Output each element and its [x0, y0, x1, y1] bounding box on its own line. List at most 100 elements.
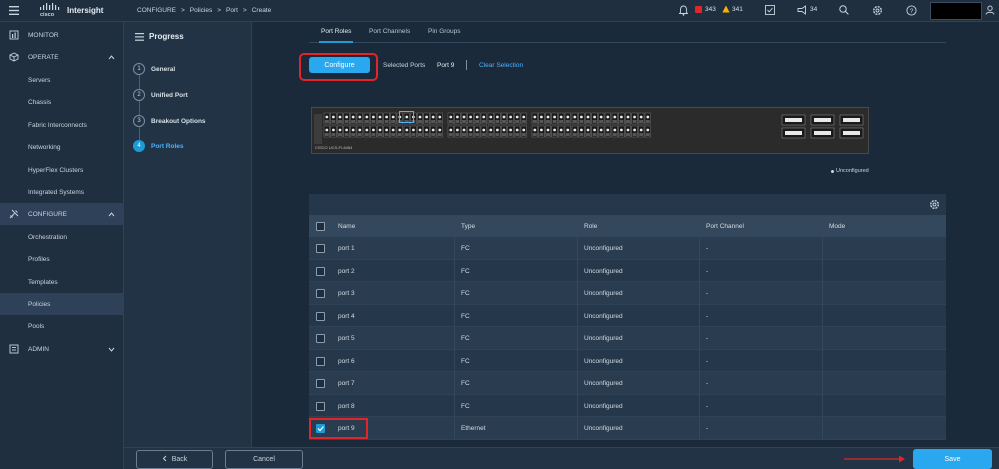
- nav-networking[interactable]: Networking: [0, 136, 124, 158]
- nav-templates[interactable]: Templates: [0, 271, 124, 293]
- table-row[interactable]: port 2 FC Unconfigured -: [309, 259, 946, 282]
- selected-port-value: Port 9: [437, 62, 455, 69]
- row-checkbox[interactable]: [316, 379, 325, 388]
- nav-configure[interactable]: CONFIGURE: [0, 203, 124, 225]
- cell-type: FC: [461, 357, 470, 365]
- cancel-button[interactable]: Cancel: [225, 450, 303, 469]
- cell-role: Unconfigured: [584, 312, 623, 320]
- cell-channel: -: [706, 245, 709, 252]
- selected-port-marker[interactable]: [399, 111, 414, 123]
- row-checkbox[interactable]: [316, 356, 325, 366]
- step-port-roles[interactable]: 4 Port Roles: [133, 138, 253, 154]
- cell-type: FC: [461, 290, 470, 297]
- clear-selection-link[interactable]: Clear Selection: [479, 62, 523, 69]
- nav-orchestration[interactable]: Orchestration: [0, 226, 124, 248]
- nav-hyperflex-clusters[interactable]: HyperFlex Clusters: [0, 159, 124, 181]
- configure-button[interactable]: Configure: [309, 57, 370, 73]
- cell-name: port 5: [338, 335, 355, 342]
- nav-integrated-systems-label: Integrated Systems: [28, 188, 84, 196]
- row-checkbox[interactable]: [316, 289, 325, 298]
- table-row[interactable]: port 9 Ethernet Unconfigured -: [309, 417, 946, 440]
- tab-port-channels[interactable]: Port Channels: [369, 28, 410, 35]
- row-checkbox[interactable]: [316, 244, 325, 253]
- column-header-type[interactable]: Type: [461, 223, 475, 230]
- table-row[interactable]: port 8 FC Unconfigured -: [309, 394, 946, 417]
- nav-fabric-interconnects[interactable]: Fabric Interconnects: [0, 114, 124, 136]
- help-icon[interactable]: ?: [906, 5, 917, 18]
- cell-role: Unconfigured: [584, 402, 623, 410]
- column-header-mode[interactable]: Mode: [829, 223, 845, 230]
- save-button[interactable]: Save: [913, 449, 992, 469]
- table-settings-gear-icon[interactable]: [929, 199, 940, 212]
- table-row[interactable]: port 3 FC Unconfigured -: [309, 282, 946, 305]
- cell-role: Unconfigured: [584, 425, 623, 432]
- selected-ports-label: Selected Ports: [383, 62, 426, 69]
- nav-policies[interactable]: Policies: [0, 293, 124, 315]
- column-header-port-channel[interactable]: Port Channel: [706, 223, 744, 230]
- back-button[interactable]: Back: [136, 450, 213, 469]
- admin-icon: [9, 344, 19, 354]
- chevron-up-icon[interactable]: [108, 211, 115, 218]
- search-icon[interactable]: [839, 5, 849, 17]
- menu-icon[interactable]: [9, 6, 19, 15]
- announcement-count: 34: [810, 6, 818, 13]
- nav-fabric-interconnects-label: Fabric Interconnects: [28, 121, 87, 129]
- legend-unconfigured: Unconfigured: [836, 168, 869, 174]
- cell-role: Unconfigured: [584, 357, 623, 365]
- step-label: Port Roles: [151, 142, 184, 150]
- column-header-role[interactable]: Role: [584, 223, 597, 230]
- chevron-down-icon[interactable]: [108, 346, 115, 353]
- user-icon[interactable]: [985, 5, 995, 17]
- breadcrumb-policies[interactable]: Policies: [190, 7, 212, 14]
- port-grid[interactable]: [312, 108, 870, 155]
- bell-icon[interactable]: [678, 5, 689, 18]
- user-account-redacted[interactable]: [930, 2, 982, 20]
- column-header-name[interactable]: Name: [338, 223, 355, 230]
- row-checkbox[interactable]: [316, 266, 325, 276]
- nav-chassis[interactable]: Chassis: [0, 91, 124, 113]
- main-content: Port Roles Port Channels Pin Groups Conf…: [252, 22, 999, 447]
- table-row[interactable]: port 6 FC Unconfigured -: [309, 349, 946, 372]
- nav-operate[interactable]: OPERATE: [0, 46, 124, 68]
- announcement-icon[interactable]: [797, 5, 807, 17]
- gear-icon[interactable]: [872, 5, 883, 18]
- critical-alarm-icon[interactable]: [695, 6, 702, 13]
- step-general[interactable]: 1 General: [133, 61, 253, 77]
- table-row[interactable]: port 1 FC Unconfigured -: [309, 237, 946, 260]
- wizard-footer: Back Cancel Save: [124, 447, 999, 469]
- configure-icon: [9, 209, 19, 219]
- tab-port-roles[interactable]: Port Roles: [321, 28, 351, 35]
- table-row[interactable]: port 7 FC Unconfigured -: [309, 372, 946, 395]
- cell-type: FC: [461, 245, 470, 252]
- nav-hyperflex-clusters-label: HyperFlex Clusters: [28, 166, 84, 174]
- nav-admin[interactable]: ADMIN: [0, 338, 124, 360]
- breadcrumb-port[interactable]: Port: [226, 7, 238, 14]
- step-breakout-options[interactable]: 3 Breakout Options: [133, 113, 253, 129]
- cell-channel: -: [706, 312, 709, 320]
- select-all-checkbox[interactable]: [316, 222, 325, 231]
- nav-monitor[interactable]: MONITOR: [0, 24, 124, 46]
- warning-alarm-icon[interactable]: [722, 5, 730, 15]
- nav-profiles[interactable]: Profiles: [0, 248, 124, 270]
- nav-pools[interactable]: Pools: [0, 315, 124, 337]
- breadcrumb-configure[interactable]: CONFIGURE: [137, 7, 176, 14]
- step-unified-port[interactable]: 2 Unified Port: [133, 87, 253, 103]
- nav-servers[interactable]: Servers: [0, 69, 124, 91]
- switch-model-label: CISCO UCS-FI-6454: [315, 145, 353, 150]
- breadcrumb: CONFIGURE > Policies > Port > Create: [137, 7, 271, 14]
- nav-configure-label: CONFIGURE: [28, 210, 67, 218]
- cell-role: Unconfigured: [584, 267, 623, 275]
- cell-name: port 7: [338, 380, 355, 387]
- chevron-up-icon[interactable]: [108, 54, 115, 61]
- step-label: Breakout Options: [151, 117, 206, 125]
- nav-integrated-systems[interactable]: Integrated Systems: [0, 181, 124, 203]
- tab-pin-groups[interactable]: Pin Groups: [428, 28, 461, 35]
- checklist-icon[interactable]: [765, 5, 775, 17]
- row-checkbox[interactable]: [316, 334, 325, 343]
- table-row[interactable]: port 5 FC Unconfigured -: [309, 327, 946, 350]
- step-number: 4: [133, 140, 145, 152]
- row-checkbox[interactable]: [316, 401, 325, 411]
- row-checkbox[interactable]: [316, 311, 325, 321]
- cell-role: Unconfigured: [584, 245, 623, 252]
- table-row[interactable]: port 4 FC Unconfigured -: [309, 304, 946, 327]
